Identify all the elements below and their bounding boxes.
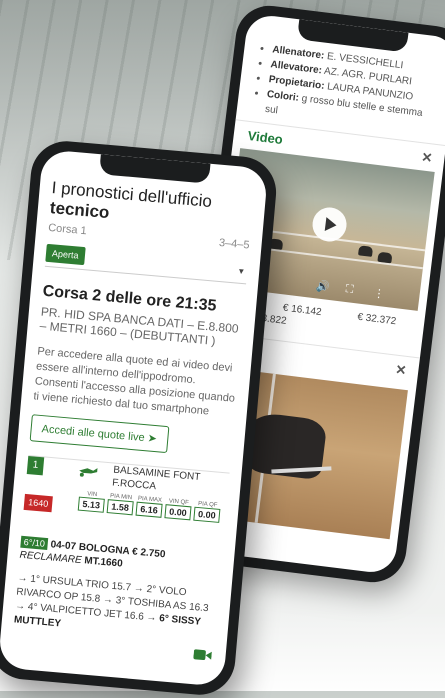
stat-vin[interactable]: VIN 5.13 bbox=[77, 491, 106, 513]
volume-icon[interactable]: 🔊 bbox=[315, 279, 330, 294]
fullscreen-icon[interactable]: ⛶ bbox=[345, 283, 354, 297]
corsa-label[interactable]: Corsa 1 bbox=[48, 222, 87, 237]
stat-vin-qf[interactable]: VIN QF 0.00 bbox=[164, 498, 192, 521]
pronostici-value: 3–4–5 bbox=[218, 236, 251, 252]
horse-number: 1 bbox=[26, 456, 45, 476]
sulky-icon bbox=[79, 468, 98, 477]
status-badge: Aperta bbox=[45, 243, 86, 266]
distance-badge: 1640 bbox=[23, 493, 53, 513]
stat-pia-min[interactable]: PIA MIN 1.58 bbox=[106, 493, 135, 516]
close-icon[interactable]: ✕ bbox=[421, 149, 434, 166]
horse-name: BALSAMINE FONT F.ROCCA bbox=[111, 464, 201, 493]
front-phone-screen: I pronostici dell'ufficio tecnico Corsa … bbox=[0, 149, 269, 687]
chevron-down-icon: ▼ bbox=[236, 266, 246, 277]
horse-shape bbox=[377, 251, 393, 264]
front-phone: I pronostici dell'ufficio tecnico Corsa … bbox=[0, 138, 280, 698]
placement-badge: 6°/10 bbox=[20, 535, 49, 551]
stat-pia-max[interactable]: PIA MAX 6.16 bbox=[135, 496, 164, 518]
more-icon[interactable]: ⋮ bbox=[373, 286, 386, 300]
send-icon: ➤ bbox=[147, 432, 158, 446]
close-icon[interactable]: ✕ bbox=[394, 362, 408, 379]
video-camera-icon[interactable] bbox=[193, 648, 212, 662]
stat-pia-qf[interactable]: PIA QF 0.00 bbox=[193, 501, 221, 523]
quote-stats: VIN 5.13 PIA MIN 1.58 PIA MAX 6.16 VIN QF 0.… bbox=[77, 491, 221, 523]
horse-shape bbox=[358, 245, 374, 257]
